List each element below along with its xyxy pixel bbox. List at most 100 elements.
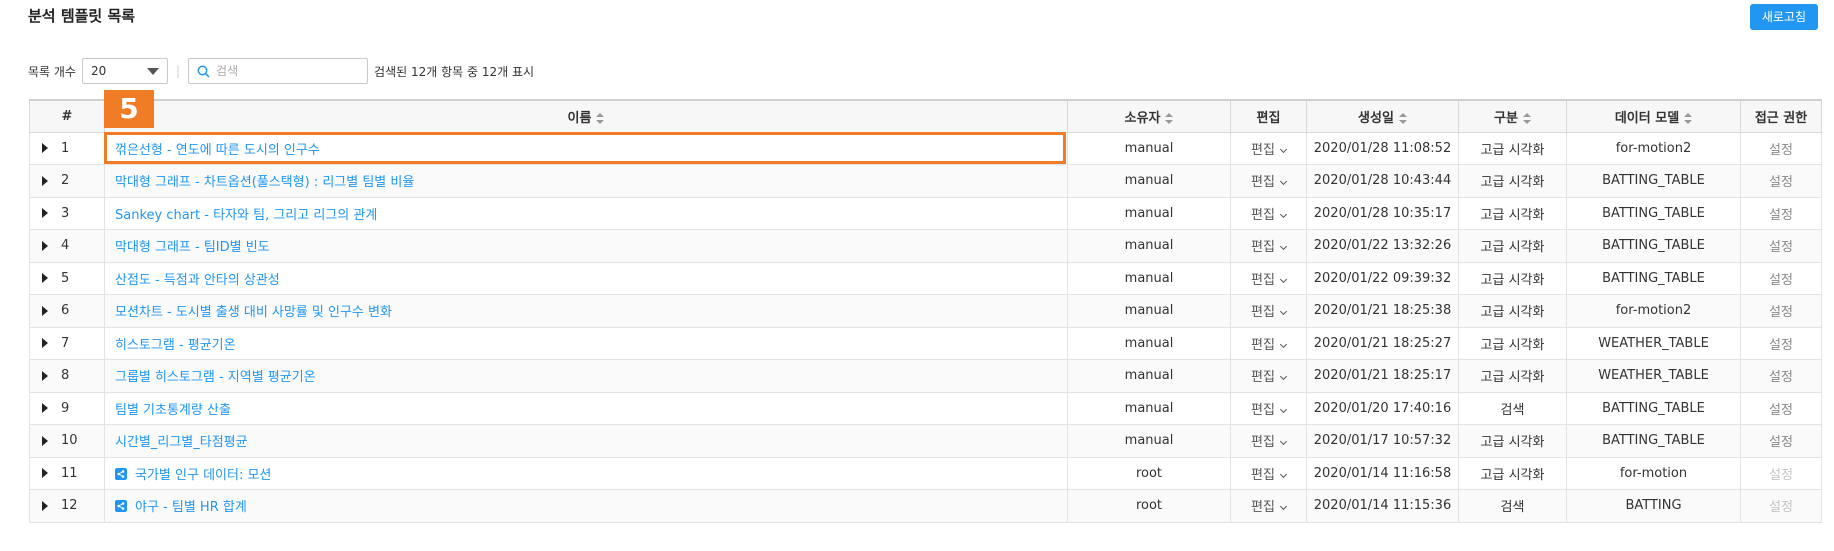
template-name-link[interactable]: Sankey chart - 타자와 팀, 그리고 리그의 관계 (115, 208, 377, 223)
header-category[interactable]: 구분 (1458, 99, 1567, 133)
data-model-cell: BATTING_TABLE (1566, 196, 1741, 230)
row-number-cell: 10 (29, 424, 105, 458)
template-name-link[interactable]: 시간별_리그별_타점평균 (115, 435, 248, 450)
access-settings-link[interactable]: 설정 (1769, 500, 1793, 515)
created-date-cell: 2020/01/28 10:43:44 (1306, 164, 1459, 198)
expand-triangle-icon[interactable] (42, 403, 48, 414)
access-settings-link[interactable]: 설정 (1769, 435, 1793, 450)
template-name-link[interactable]: 팀별 기초통계량 산출 (115, 403, 231, 418)
expand-triangle-icon[interactable] (42, 435, 48, 446)
table-row[interactable]: 11 국가별 인구 데이터: 모션 root 편집 2020/01/14 11:16:5… (29, 456, 1822, 490)
table-row[interactable]: 12 야구 - 팀별 HR 합계 root 편집 2020/01/14 11:15:36… (29, 489, 1822, 523)
template-name-link[interactable]: 막대형 그래프 - 팀ID별 빈도 (115, 240, 270, 255)
header-name[interactable]: 이름 (104, 99, 1068, 133)
header-created[interactable]: 생성일 (1306, 99, 1459, 133)
access-settings-link[interactable]: 설정 (1769, 370, 1793, 385)
table-row[interactable]: 4 막대형 그래프 - 팀ID별 빈도 manual 편집 2020/01/22 13:… (29, 229, 1822, 263)
expand-triangle-icon[interactable] (42, 273, 48, 284)
sort-icon[interactable] (596, 112, 605, 124)
edit-dropdown[interactable]: 편집 (1251, 273, 1287, 288)
row-number: 2 (61, 173, 70, 189)
row-number: 5 (61, 270, 70, 286)
expand-triangle-icon[interactable] (42, 175, 48, 186)
expand-triangle-icon[interactable] (42, 143, 48, 154)
edit-dropdown[interactable]: 편집 (1251, 208, 1287, 223)
access-cell: 설정 (1740, 229, 1822, 263)
sort-icon[interactable] (1165, 112, 1174, 124)
category-cell: 고급 시각화 (1458, 359, 1567, 393)
access-settings-link[interactable]: 설정 (1769, 208, 1793, 223)
template-name-link[interactable]: 국가별 인구 데이터: 모션 (135, 468, 271, 483)
edit-dropdown[interactable]: 편집 (1251, 435, 1287, 450)
chevron-down-icon (1279, 145, 1287, 153)
search-box[interactable] (188, 58, 369, 84)
table-row[interactable]: 10 시간별_리그별_타점평균 manual 편집 2020/01/17 10:57:3… (29, 424, 1822, 458)
category-cell: 고급 시각화 (1458, 261, 1567, 295)
table-row[interactable]: 9 팀별 기초통계량 산출 manual 편집 2020/01/20 17:40:16 검… (29, 391, 1822, 425)
list-count-select[interactable]: 20 (81, 58, 168, 84)
edit-dropdown[interactable]: 편집 (1251, 370, 1287, 385)
search-icon (197, 65, 210, 78)
edit-dropdown[interactable]: 편집 (1251, 305, 1287, 320)
data-model-cell: BATTING_TABLE (1566, 424, 1741, 458)
edit-cell: 편집 (1230, 489, 1307, 523)
table-row[interactable]: 2 막대형 그래프 - 차트옵션(풀스택형) : 리그별 팀별 비율 manual 편… (29, 164, 1822, 198)
table-row[interactable]: 7 히스토그램 - 평균기온 manual 편집 2020/01/21 18:25:27… (29, 326, 1822, 360)
created-date-cell: 2020/01/17 10:57:32 (1306, 424, 1459, 458)
row-number-cell: 1 (29, 131, 105, 165)
edit-dropdown[interactable]: 편집 (1251, 175, 1287, 190)
header-data-model[interactable]: 데이터 모델 (1566, 99, 1741, 133)
expand-triangle-icon[interactable] (42, 208, 48, 219)
access-settings-link[interactable]: 설정 (1769, 175, 1793, 190)
access-settings-link[interactable]: 설정 (1769, 468, 1793, 483)
sort-icon[interactable] (1522, 112, 1531, 124)
search-input[interactable] (216, 64, 357, 78)
table-row[interactable]: 3 Sankey chart - 타자와 팀, 그리고 리그의 관계 manual 편… (29, 196, 1822, 230)
access-settings-link[interactable]: 설정 (1769, 305, 1793, 320)
edit-dropdown[interactable]: 편집 (1251, 468, 1287, 483)
edit-dropdown[interactable]: 편집 (1251, 338, 1287, 353)
table-row[interactable]: 1 꺾은선형 - 연도에 따른 도시의 인구수 manual 편집 2020/01/28… (29, 131, 1822, 165)
edit-cell: 편집 (1230, 261, 1307, 295)
expand-triangle-icon[interactable] (42, 468, 48, 479)
table-row[interactable]: 6 모션차트 - 도시별 출생 대비 사망률 및 인구수 변화 manual 편집 20… (29, 294, 1822, 328)
list-count-label: 목록 개수 (28, 64, 76, 79)
template-name-link[interactable]: 막대형 그래프 - 차트옵션(풀스택형) : 리그별 팀별 비율 (115, 175, 414, 190)
chevron-down-icon (1279, 340, 1287, 348)
access-settings-link[interactable]: 설정 (1769, 403, 1793, 418)
template-name-link[interactable]: 히스토그램 - 평균기온 (115, 338, 236, 353)
edit-dropdown[interactable]: 편집 (1251, 403, 1287, 418)
sort-icon[interactable] (1398, 112, 1407, 124)
expand-triangle-icon[interactable] (42, 370, 48, 381)
header-owner[interactable]: 소유자 (1067, 99, 1231, 133)
data-model-cell: BATTING_TABLE (1566, 229, 1741, 263)
list-count-value: 20 (90, 64, 107, 78)
expand-triangle-icon[interactable] (42, 338, 48, 349)
sort-icon[interactable] (1684, 112, 1693, 124)
template-name-link[interactable]: 야구 - 팀별 HR 합계 (135, 500, 247, 515)
refresh-button[interactable]: 새로고침 (1749, 4, 1818, 30)
access-settings-link[interactable]: 설정 (1769, 240, 1793, 255)
owner-cell: manual (1067, 196, 1231, 230)
category-cell: 검색 (1458, 489, 1567, 523)
template-name-link[interactable]: 그룹별 히스토그램 - 지역별 평균기온 (115, 370, 316, 385)
access-settings-link[interactable]: 설정 (1769, 273, 1793, 288)
edit-dropdown[interactable]: 편집 (1251, 143, 1287, 158)
access-settings-link[interactable]: 설정 (1769, 338, 1793, 353)
template-name-cell: 국가별 인구 데이터: 모션 (104, 456, 1068, 490)
edit-cell: 편집 (1230, 196, 1307, 230)
template-name-link[interactable]: 산점도 - 득점과 안타의 상관성 (115, 273, 280, 288)
expand-triangle-icon[interactable] (42, 500, 48, 511)
template-name-link[interactable]: 모션차트 - 도시별 출생 대비 사망률 및 인구수 변화 (115, 305, 392, 320)
edit-dropdown[interactable]: 편집 (1251, 240, 1287, 255)
expand-triangle-icon[interactable] (42, 305, 48, 316)
edit-dropdown[interactable]: 편집 (1251, 500, 1287, 515)
table-row[interactable]: 8 그룹별 히스토그램 - 지역별 평균기온 manual 편집 2020/01/21 … (29, 359, 1822, 393)
template-name-link[interactable]: 꺾은선형 - 연도에 따른 도시의 인구수 (115, 143, 320, 158)
table-row[interactable]: 5 산점도 - 득점과 안타의 상관성 manual 편집 2020/01/22 09:… (29, 261, 1822, 295)
access-settings-link[interactable]: 설정 (1769, 143, 1793, 158)
chevron-down-icon (1279, 503, 1287, 511)
access-cell: 설정 (1740, 294, 1822, 328)
expand-triangle-icon[interactable] (42, 240, 48, 251)
data-model-cell: BATTING_TABLE (1566, 391, 1741, 425)
